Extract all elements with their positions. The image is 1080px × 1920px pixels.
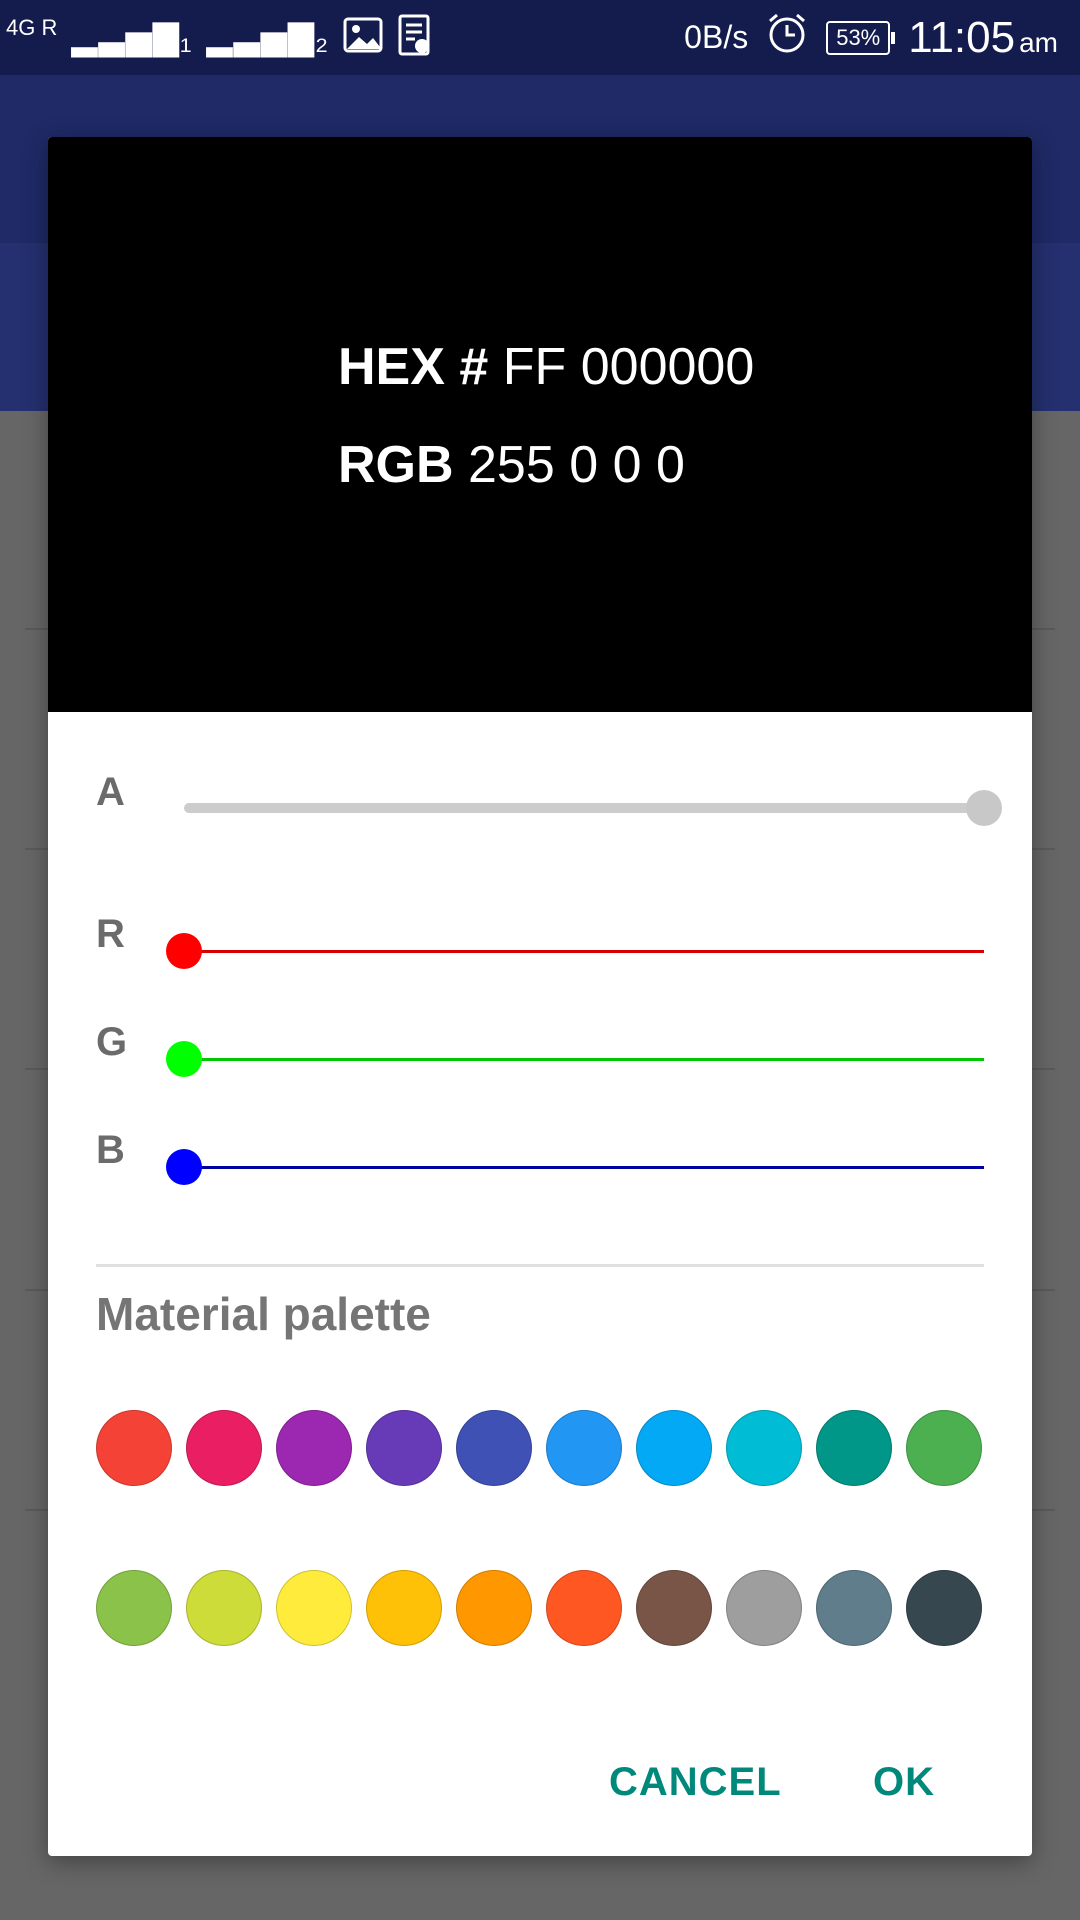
green-label: G [96,1020,128,1064]
clock-time: 11:05 [908,12,1016,62]
ok-button[interactable]: OK [873,1747,935,1817]
palette-swatch[interactable] [276,1410,352,1486]
palette-swatch[interactable] [456,1570,532,1646]
palette-swatch[interactable] [96,1410,172,1486]
rgb-label: RGB [338,436,454,494]
palette-swatch[interactable] [546,1570,622,1646]
red-label: R [96,912,125,956]
palette-swatch[interactable] [96,1570,172,1646]
blue-slider-thumb[interactable] [166,1149,202,1185]
alpha-slider-track[interactable] [184,803,984,813]
blue-label: B [96,1128,125,1172]
palette-swatch[interactable] [636,1410,712,1486]
palette-swatch[interactable] [726,1410,802,1486]
palette-swatch[interactable] [276,1570,352,1646]
image-icon [343,17,383,58]
palette-swatch[interactable] [186,1410,262,1486]
alpha-label: A [96,770,125,814]
alpha-slider-thumb[interactable] [966,790,1002,826]
palette-swatch[interactable] [456,1410,532,1486]
palette-swatch[interactable] [366,1570,442,1646]
green-slider-thumb[interactable] [166,1041,202,1077]
data-speed: 0B/s [684,19,749,55]
rgb-value: 255 0 0 0 [468,436,685,494]
red-slider-thumb[interactable] [166,933,202,969]
hex-value: FF 000000 [502,338,755,396]
palette-swatch[interactable] [186,1570,262,1646]
clock: 11:05 am [908,13,1058,63]
palette-swatch[interactable] [636,1570,712,1646]
rgb-readout: RGB 255 0 0 0 [338,435,685,495]
palette-swatch[interactable] [726,1570,802,1646]
hex-readout: HEX # FF 000000 [338,337,754,397]
palette-swatch[interactable] [906,1570,982,1646]
notes-icon [397,13,433,62]
hex-hash: # [459,338,489,396]
color-preview: HEX # FF 000000 RGB 255 0 0 0 [48,137,1032,712]
palette-title: Material palette [96,1288,431,1340]
palette-swatch[interactable] [816,1410,892,1486]
palette-divider [96,1264,984,1267]
palette-swatch[interactable] [546,1410,622,1486]
alarm-clock-icon [766,11,808,64]
battery-indicator: 53% [826,20,896,55]
palette-swatch[interactable] [906,1410,982,1486]
red-slider-track[interactable] [184,950,984,953]
blue-slider-track[interactable] [184,1166,984,1169]
hex-label: HEX [338,338,445,396]
status-bar-right: 0B/s 53% 11:05 am [684,10,1058,65]
signal-sim2-icon: ▂▃▅▇₂ [206,18,330,57]
signal-sim1-icon: ▂▃▅▇₁ [71,18,193,57]
network-type: 4G R [6,14,58,40]
cancel-button[interactable]: CANCEL [609,1747,782,1817]
palette-swatch[interactable] [366,1410,442,1486]
clock-ampm: am [1019,26,1058,58]
status-bar-left: 4G R ▂▃▅▇₁ ▂▃▅▇₂ [6,10,433,65]
color-picker-dialog: HEX # FF 000000 RGB 255 0 0 0 A R G B Ma… [48,137,1032,1856]
palette-swatch[interactable] [816,1570,892,1646]
green-slider-track[interactable] [184,1058,984,1061]
status-bar: 4G R ▂▃▅▇₁ ▂▃▅▇₂ 0B/s 53% 11:05 am [0,0,1080,75]
